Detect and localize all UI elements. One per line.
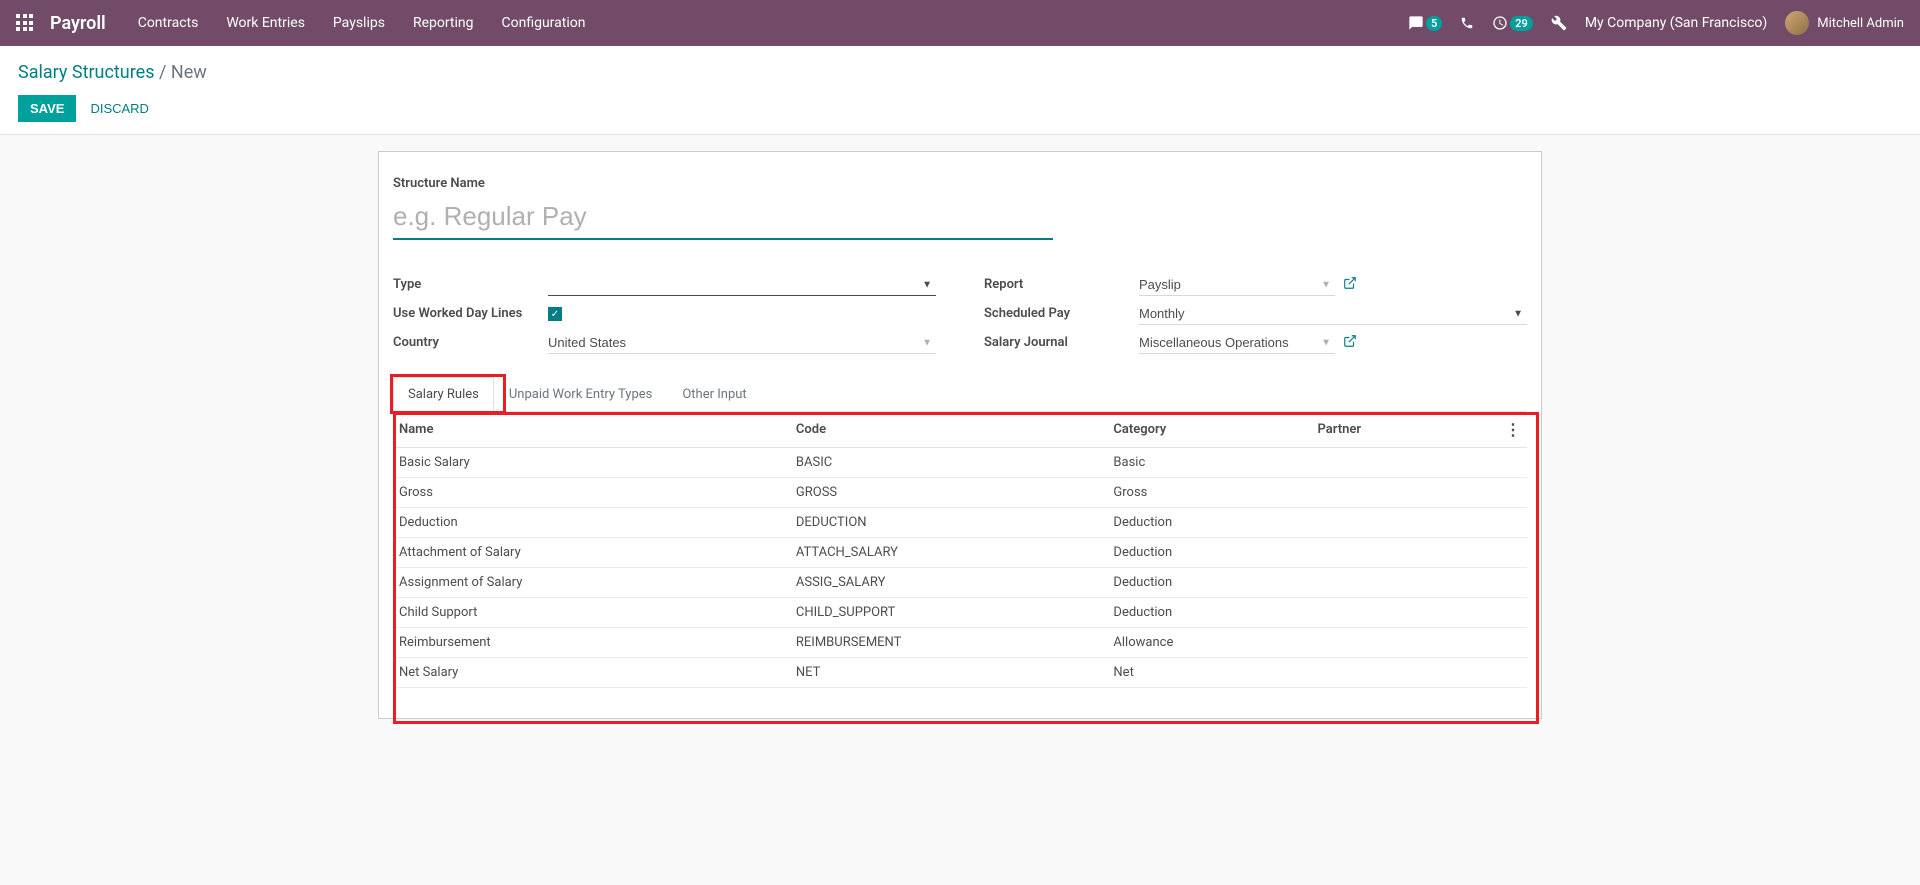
journal-label: Salary Journal (984, 335, 1139, 350)
cell-partner (1312, 628, 1499, 658)
nav-item-reporting[interactable]: Reporting (413, 15, 474, 31)
cell-code: GROSS (790, 478, 1108, 508)
user-menu[interactable]: Mitchell Admin (1785, 11, 1904, 35)
avatar (1785, 11, 1809, 35)
cell-category: Allowance (1107, 628, 1311, 658)
table-row[interactable]: Child SupportCHILD_SUPPORTDeduction (393, 598, 1527, 628)
cell-code: ATTACH_SALARY (790, 538, 1108, 568)
nav-item-work-entries[interactable]: Work Entries (226, 15, 305, 31)
structure-name-label: Structure Name (393, 176, 1527, 191)
app-brand[interactable]: Payroll (50, 13, 106, 34)
nav-right: 5 29 My Company (San Francisco) Mitchell… (1408, 11, 1904, 35)
table-row[interactable]: Basic SalaryBASICBasic (393, 448, 1527, 478)
cell-category: Deduction (1107, 538, 1311, 568)
cell-code: CHILD_SUPPORT (790, 598, 1108, 628)
cell-category: Net (1107, 658, 1311, 688)
cell-name: Basic Salary (393, 448, 790, 478)
use-worked-checkbox[interactable]: ✓ (548, 307, 562, 321)
col-code[interactable]: Code (790, 412, 1108, 448)
activity-icon[interactable]: 29 (1492, 15, 1533, 31)
cell-name: Attachment of Salary (393, 538, 790, 568)
cell-code: ASSIG_SALARY (790, 568, 1108, 598)
col-category[interactable]: Category (1107, 412, 1311, 448)
cell-partner (1312, 598, 1499, 628)
breadcrumb: Salary Structures / New (18, 62, 1902, 83)
country-select[interactable] (548, 332, 936, 354)
report-label: Report (984, 277, 1139, 292)
cell-code: DEDUCTION (790, 508, 1108, 538)
cell-name: Gross (393, 478, 790, 508)
messaging-icon[interactable]: 5 (1408, 15, 1442, 31)
action-buttons: Save Discard (18, 95, 1902, 122)
table-row[interactable]: GrossGROSSGross (393, 478, 1527, 508)
cell-category: Deduction (1107, 508, 1311, 538)
journal-select[interactable] (1139, 332, 1335, 354)
salary-rules-table: Name Code Category Partner ⋮ Basic Salar… (393, 412, 1527, 688)
form-sheet: Structure Name Type ▼ Use Worked Day Lin… (378, 151, 1542, 719)
chat-badge: 5 (1426, 16, 1442, 31)
type-label: Type (393, 277, 548, 292)
breadcrumb-sep: / (159, 62, 166, 83)
use-worked-label: Use Worked Day Lines (393, 306, 548, 321)
cell-category: Deduction (1107, 598, 1311, 628)
breadcrumb-current: New (171, 62, 207, 83)
discard-button[interactable]: Discard (90, 101, 149, 116)
cell-partner (1312, 508, 1499, 538)
cell-code: NET (790, 658, 1108, 688)
debug-icon[interactable] (1551, 15, 1567, 31)
company-selector[interactable]: My Company (San Francisco) (1585, 15, 1767, 31)
table-row[interactable]: Net SalaryNETNet (393, 658, 1527, 688)
cell-code: BASIC (790, 448, 1108, 478)
cell-code: REIMBURSEMENT (790, 628, 1108, 658)
cell-partner (1312, 538, 1499, 568)
tab-other-input[interactable]: Other Input (667, 377, 761, 412)
nav-menu: Contracts Work Entries Payslips Reportin… (138, 15, 586, 31)
tab-unpaid-work-entry[interactable]: Unpaid Work Entry Types (494, 377, 667, 412)
table-row[interactable]: Attachment of SalaryATTACH_SALARYDeducti… (393, 538, 1527, 568)
user-name: Mitchell Admin (1817, 16, 1904, 31)
nav-item-payslips[interactable]: Payslips (333, 15, 385, 31)
cell-name: Child Support (393, 598, 790, 628)
breadcrumb-root[interactable]: Salary Structures (18, 62, 155, 83)
report-select[interactable] (1139, 274, 1335, 296)
cell-name: Assignment of Salary (393, 568, 790, 598)
external-link-icon[interactable] (1343, 276, 1357, 294)
table-row[interactable]: ReimbursementREIMBURSEMENTAllowance (393, 628, 1527, 658)
country-label: Country (393, 335, 548, 350)
top-nav: Payroll Contracts Work Entries Payslips … (0, 0, 1920, 46)
save-button[interactable]: Save (18, 95, 76, 122)
tabs: Salary Rules Unpaid Work Entry Types Oth… (393, 377, 1527, 412)
col-name[interactable]: Name (393, 412, 790, 448)
cell-partner (1312, 448, 1499, 478)
type-select[interactable] (548, 274, 936, 296)
cell-name: Deduction (393, 508, 790, 538)
table-row[interactable]: Assignment of SalaryASSIG_SALARYDeductio… (393, 568, 1527, 598)
cell-partner (1312, 568, 1499, 598)
subheader: Salary Structures / New Save Discard (0, 46, 1920, 135)
cell-partner (1312, 478, 1499, 508)
nav-item-contracts[interactable]: Contracts (138, 15, 199, 31)
cell-name: Net Salary (393, 658, 790, 688)
cell-name: Reimbursement (393, 628, 790, 658)
structure-name-input[interactable] (393, 197, 1053, 240)
table-row[interactable]: DeductionDEDUCTIONDeduction (393, 508, 1527, 538)
apps-icon[interactable] (16, 14, 34, 32)
activity-badge: 29 (1510, 16, 1533, 31)
scheduled-label: Scheduled Pay (984, 306, 1139, 321)
scheduled-select[interactable] (1139, 303, 1527, 325)
nav-item-configuration[interactable]: Configuration (502, 15, 586, 31)
cell-category: Deduction (1107, 568, 1311, 598)
cell-partner (1312, 658, 1499, 688)
phone-icon[interactable] (1460, 16, 1474, 30)
external-link-icon[interactable] (1343, 334, 1357, 352)
cell-category: Basic (1107, 448, 1311, 478)
cell-category: Gross (1107, 478, 1311, 508)
kebab-icon[interactable]: ⋮ (1505, 420, 1521, 439)
col-partner[interactable]: Partner (1312, 412, 1499, 448)
tab-salary-rules[interactable]: Salary Rules (393, 377, 494, 412)
